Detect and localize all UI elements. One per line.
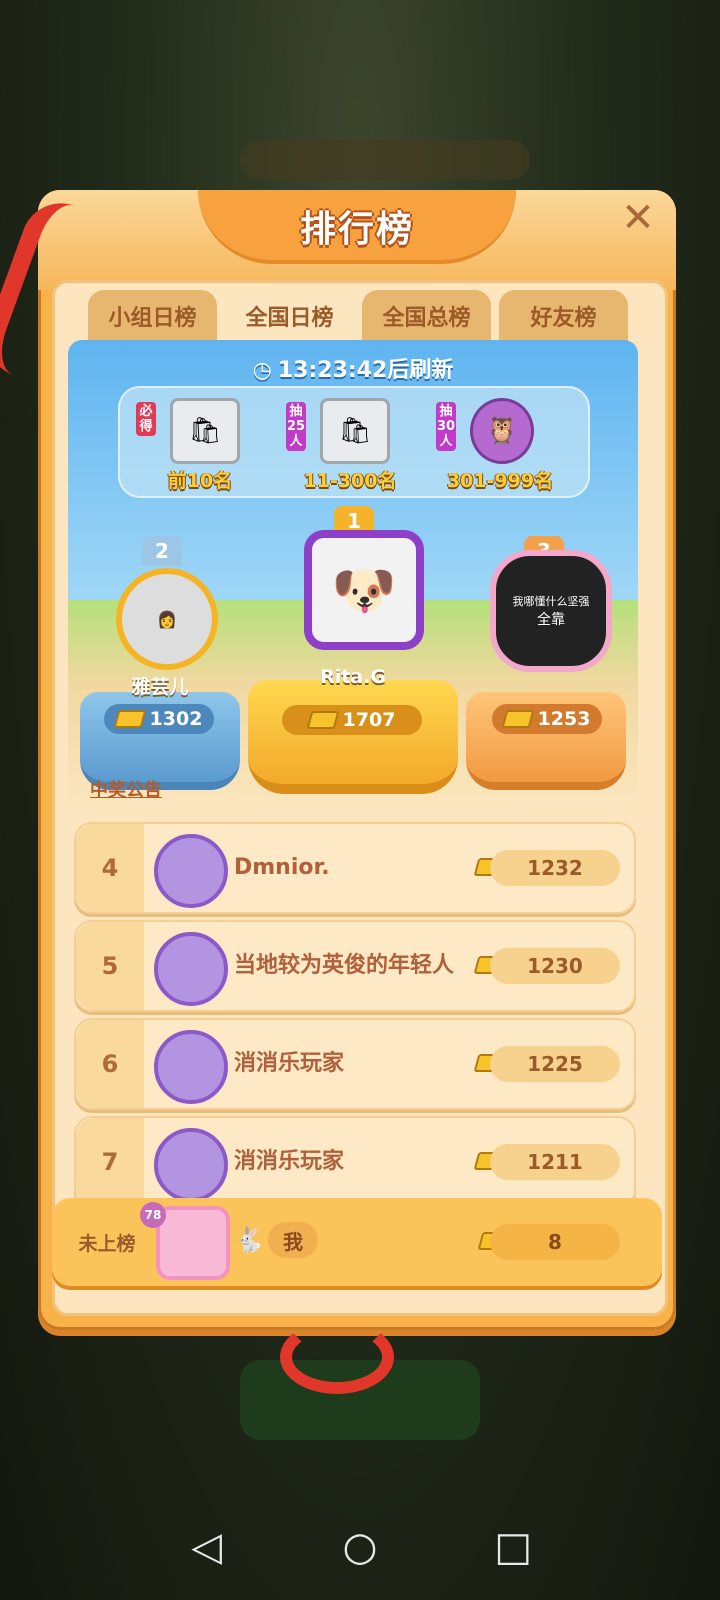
list-item[interactable]: 4 Dmnior. 1232 [74,822,636,914]
refresh-timer: ◷ 13:23:42后刷新 [68,352,638,384]
top-ranking-area: ◷ 13:23:42后刷新 必得 🛍 前10名 抽25人 🛍 11-300名 抽3… [68,340,638,810]
tab-friends[interactable]: 好友榜 [499,290,628,342]
score-rank-1: 1707 [282,705,422,735]
timer-text: 13:23:42后刷新 [277,358,454,383]
my-score: 8 [490,1224,620,1260]
rank-number: 5 [76,922,144,1010]
reward-tag: 必得 [136,402,156,436]
reward-top10[interactable]: 必得 🛍 前10名 [130,396,270,492]
avatar-rank-2[interactable]: 👩 [116,568,218,670]
score-value: 1253 [537,708,591,730]
tab-national-total[interactable]: 全国总榜 [362,290,491,342]
back-icon[interactable]: ◁ [177,1524,237,1570]
my-name: 我 [268,1222,318,1258]
owl-plush-icon: 🦉 [470,398,534,464]
level-badge: 78 [140,1202,166,1228]
my-avatar[interactable] [156,1206,230,1280]
panel-header: 排行榜 ✕ [38,190,676,290]
rank-number: 6 [76,1020,144,1108]
bunny-icon: 🐇 [234,1226,264,1254]
tab-bar: 小组日榜 全国日榜 全国总榜 好友榜 [88,290,628,342]
avatar[interactable] [154,1128,228,1202]
score-value: 1302 [149,708,203,730]
gold-bar-icon [501,710,534,728]
close-button[interactable]: ✕ [616,196,660,240]
score-rank-2: 1302 [104,704,214,734]
avatar-caption: 我哪懂什么坚强 [512,595,590,608]
gold-bar-icon [306,711,339,729]
gift-bag-icon: 🛍 [320,398,390,464]
avatar[interactable] [154,834,228,908]
panel-title: 排行榜 [299,209,414,250]
home-icon[interactable]: ○ [330,1524,390,1570]
ribbon-bottom-decoration [280,1320,394,1394]
crown-rank-2-icon: 2 [142,536,182,566]
my-rank-row[interactable]: 未上榜 78 🐇 我 8 [52,1198,662,1286]
player-name: 消消乐玩家 [234,1051,345,1076]
score-value: 1211 [490,1144,620,1180]
gold-bar-icon [113,710,146,728]
player-name: Dmnior. [234,855,330,880]
reward-11-300[interactable]: 抽25人 🛍 11-300名 [280,396,420,492]
score-value: 1232 [490,850,620,886]
score-value: 1225 [490,1046,620,1082]
player-name: 当地较为英俊的年轻人 [234,953,455,978]
podium-first [248,680,458,794]
reward-tag: 抽25人 [286,402,306,451]
rank-number: 4 [76,824,144,912]
winner-announcement-link[interactable]: 中奖公告 [90,776,162,802]
reward-label: 301-999名 [446,470,554,492]
list-item[interactable]: 5 当地较为英俊的年轻人 1230 [74,920,636,1012]
tab-national-daily[interactable]: 全国日榜 [225,290,354,342]
rank-number: 7 [76,1118,144,1206]
clock-icon: ◷ [252,358,272,383]
tab-group-daily[interactable]: 小组日榜 [88,290,217,342]
reward-tag: 抽30人 [436,402,456,451]
score-value: 1707 [342,709,396,731]
avatar[interactable] [154,1030,228,1104]
reward-301-999[interactable]: 抽30人 🦉 301-999名 [430,396,570,492]
avatar[interactable] [154,932,228,1006]
score-value: 1230 [490,948,620,984]
reward-panel[interactable]: 必得 🛍 前10名 抽25人 🛍 11-300名 抽30人 🦉 301-999名 [118,386,590,498]
avatar-rank-1[interactable]: 🐶 [304,530,424,650]
gift-bag-icon: 🛍 [170,398,240,464]
list-item[interactable]: 6 消消乐玩家 1225 [74,1018,636,1110]
player-name-rank-2: 雅芸儿 [131,676,189,698]
reward-label: 11-300名 [303,470,397,492]
my-rank-status: 未上榜 [78,1232,136,1255]
recents-icon[interactable]: □ [483,1524,543,1570]
avatar-rank-3[interactable]: 我哪懂什么坚强 全靠 [490,550,612,672]
score-rank-3: 1253 [492,704,602,734]
list-item[interactable]: 7 消消乐玩家 1211 [74,1116,636,1208]
reward-label: 前10名 [167,470,233,492]
player-name-rank-1: Rita.G [320,666,386,688]
player-name: 消消乐玩家 [234,1149,345,1174]
avatar-caption: 全靠 [537,612,565,628]
system-nav-bar: ◁ ○ □ [0,1494,720,1600]
